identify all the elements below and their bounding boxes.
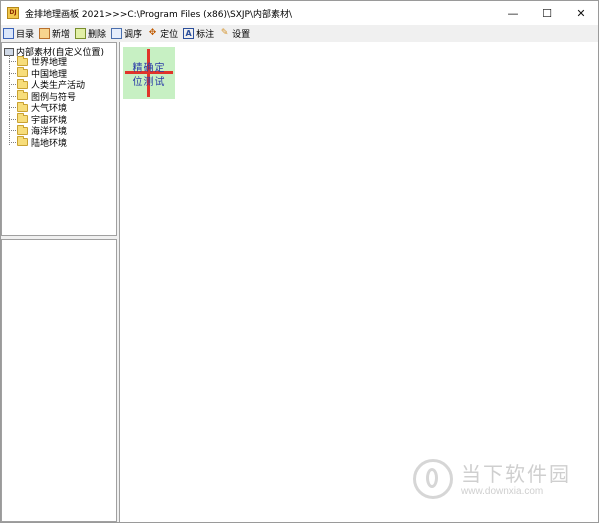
settings-button[interactable]: ✎ 设置	[219, 26, 250, 41]
settings-label: 设置	[232, 30, 251, 40]
catalog-label: 目录	[16, 30, 35, 40]
locate-label: 定位	[160, 30, 179, 40]
folder-icon	[17, 90, 28, 100]
locate-icon: ✥	[148, 28, 157, 38]
delete-icon	[75, 28, 87, 39]
folder-icon	[17, 67, 28, 77]
folder-tree[interactable]: 内部素材(自定义位置) 世界地理 中国地理 人类生产活动 图例与符号 大气环境 …	[1, 42, 117, 236]
folder-icon	[17, 113, 28, 123]
window-controls: — ☐ ✕	[496, 1, 598, 25]
annotate-label: 标注	[196, 30, 215, 40]
tree-item-universe[interactable]: 宇宙环境	[9, 113, 67, 126]
app-window: DJ 金排地理画板 2021>>>C:\Program Files (x86)\…	[0, 0, 599, 523]
tree-item-atmosphere[interactable]: 大气环境	[9, 101, 67, 114]
catalog-button[interactable]: 目录	[3, 26, 34, 41]
reorder-button[interactable]: 调序	[111, 26, 142, 41]
tree-item-ocean[interactable]: 海洋环境	[9, 124, 67, 137]
window-title: 金排地理画板 2021>>>C:\Program Files (x86)\SXJ…	[25, 9, 293, 20]
toolbar: 目录 新增 删除 调序 ✥ 定位 A 标注 ✎ 设置	[1, 25, 598, 42]
delete-label: 删除	[88, 30, 107, 40]
material-thumbnail[interactable]: 精确定 位测试	[123, 47, 175, 99]
minimize-button[interactable]: —	[496, 1, 530, 25]
folder-icon	[17, 101, 28, 112]
close-button[interactable]: ✕	[564, 1, 598, 25]
watermark-logo-icon	[413, 459, 453, 499]
app-icon: DJ	[7, 7, 19, 19]
watermark-url: www.downxia.com	[461, 486, 544, 497]
reorder-label: 调序	[124, 30, 143, 40]
folder-icon	[17, 78, 28, 89]
settings-icon: ✎	[220, 28, 229, 38]
delete-button[interactable]: 删除	[75, 26, 106, 41]
folder-icon	[17, 55, 28, 66]
maximize-button[interactable]: ☐	[530, 1, 564, 25]
tree-item-label: 陆地环境	[31, 138, 68, 149]
annotate-button[interactable]: A 标注	[183, 26, 214, 41]
reorder-icon	[111, 28, 123, 39]
add-button[interactable]: 新增	[39, 26, 70, 41]
watermark-text: 当下软件园	[461, 462, 571, 486]
catalog-icon	[3, 28, 14, 39]
file-list-panel[interactable]	[1, 239, 117, 522]
add-icon	[39, 28, 51, 39]
tree-item-land[interactable]: 陆地环境	[9, 136, 68, 149]
annotate-icon: A	[183, 28, 195, 39]
folder-icon	[17, 124, 28, 135]
add-label: 新增	[52, 30, 71, 40]
material-canvas[interactable]: 精确定 位测试	[119, 42, 598, 522]
title-bar: DJ 金排地理画板 2021>>>C:\Program Files (x86)\…	[1, 1, 598, 25]
thumbnail-text-line2: 位测试	[132, 77, 166, 88]
tree-item-human-production[interactable]: 人类生产活动	[9, 78, 85, 91]
watermark: 当下软件园 www.downxia.com	[413, 456, 583, 506]
folder-icon	[17, 136, 28, 146]
tree-item-legend-symbols[interactable]: 图例与符号	[9, 90, 76, 103]
thumbnail-text-line1: 精确定	[132, 63, 166, 74]
tree-item-china-geography[interactable]: 中国地理	[9, 67, 67, 80]
tree-item-world-geography[interactable]: 世界地理	[9, 55, 67, 68]
locate-button[interactable]: ✥ 定位	[147, 26, 178, 41]
